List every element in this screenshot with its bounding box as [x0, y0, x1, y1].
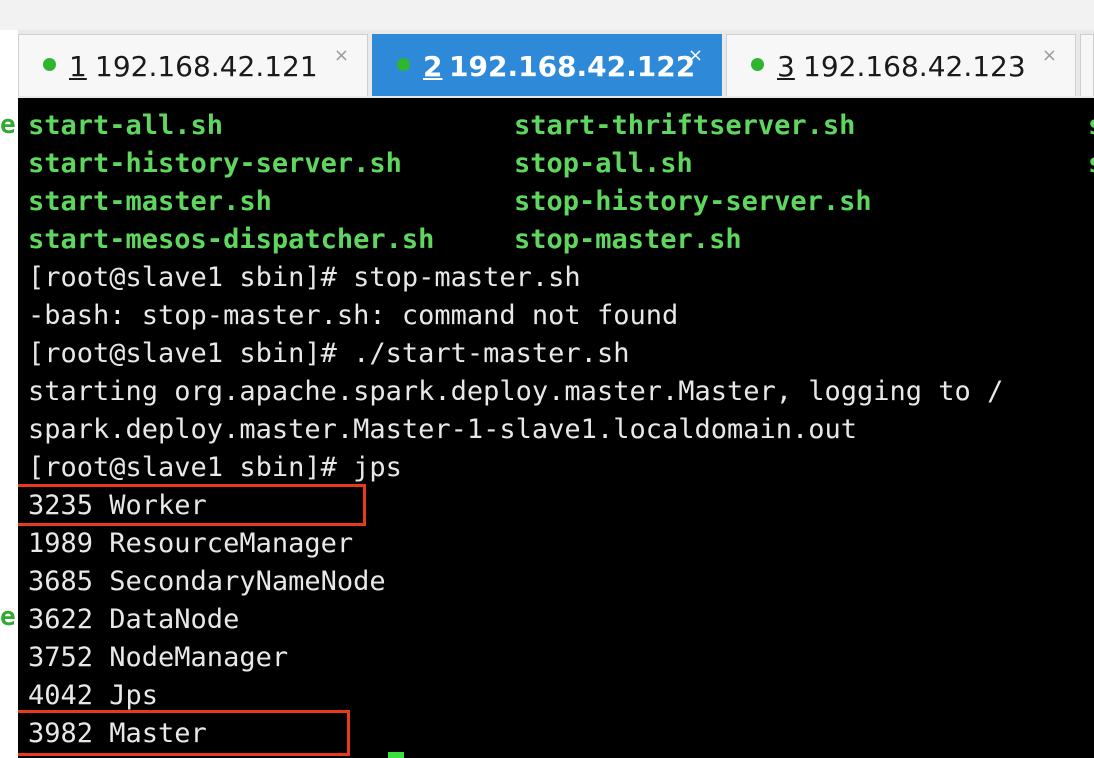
highlight-box-master [18, 710, 350, 756]
terminal-line: [root@slave1 sbin]# jps [28, 452, 402, 483]
tab-number: 2 [423, 50, 443, 83]
gutter-mark: e [0, 602, 16, 632]
ls-entry: start-master.sh [28, 186, 272, 217]
ls-entry: stop-all.sh [514, 148, 693, 179]
tab-host: 192.168.42.123 [803, 50, 1026, 83]
tab-session-3[interactable]: 3 192.168.42.123 × [726, 34, 1076, 96]
jps-process-line: 3752 NodeManager [28, 642, 289, 673]
connected-status-icon [43, 58, 56, 71]
tab-host: 192.168.42.122 [449, 50, 696, 83]
ls-entry: start-all.sh [28, 110, 224, 141]
tab-number: 1 [69, 50, 87, 83]
jps-process-line: 1989 ResourceManager [28, 528, 354, 559]
tab-session-4-partial[interactable] [1080, 34, 1094, 96]
terminal-line: spark.deploy.master.Master-1-slave1.loca… [28, 414, 858, 445]
ls-entry: start-mesos-dispatcher.sh [28, 224, 435, 255]
tab-session-2[interactable]: 2 192.168.42.122 × [372, 34, 722, 96]
terminal-line: [root@slave1 sbin]# ./start-master.sh [28, 338, 630, 369]
terminal-output[interactable]: start-all.sh start-thriftserver.sh s sta… [18, 98, 1094, 758]
terminal-line: -bash: stop-master.sh: command not found [28, 300, 679, 331]
tab-host: 192.168.42.121 [95, 50, 318, 83]
ls-entry: stop-history-server.sh [514, 186, 872, 217]
left-gutter: e e [0, 30, 18, 758]
gutter-mark: e [0, 110, 16, 140]
ls-entry-overflow: s [1088, 107, 1094, 145]
window-titlebar [0, 0, 1094, 30]
terminal-cursor [388, 752, 404, 758]
connected-status-icon [397, 58, 410, 71]
close-icon[interactable]: × [334, 45, 349, 66]
ls-entry: start-thriftserver.sh [514, 110, 856, 141]
tab-session-1[interactable]: 1 192.168.42.121 × [18, 34, 368, 96]
ls-entry: start-history-server.sh [28, 148, 402, 179]
jps-process-line: 3622 DataNode [28, 604, 240, 635]
close-icon[interactable]: × [1042, 45, 1057, 66]
tab-number: 3 [777, 50, 795, 83]
close-icon[interactable]: × [688, 45, 703, 66]
ls-entry: stop-master.sh [514, 224, 742, 255]
highlight-box-worker [18, 484, 366, 526]
connected-status-icon [751, 58, 764, 71]
ls-entry-overflow: s [1088, 145, 1094, 183]
terminal-line: [root@slave1 sbin]# stop-master.sh [28, 262, 581, 293]
jps-process-line: 3685 SecondaryNameNode [28, 566, 386, 597]
terminal-line: starting org.apache.spark.deploy.master.… [28, 376, 1004, 407]
